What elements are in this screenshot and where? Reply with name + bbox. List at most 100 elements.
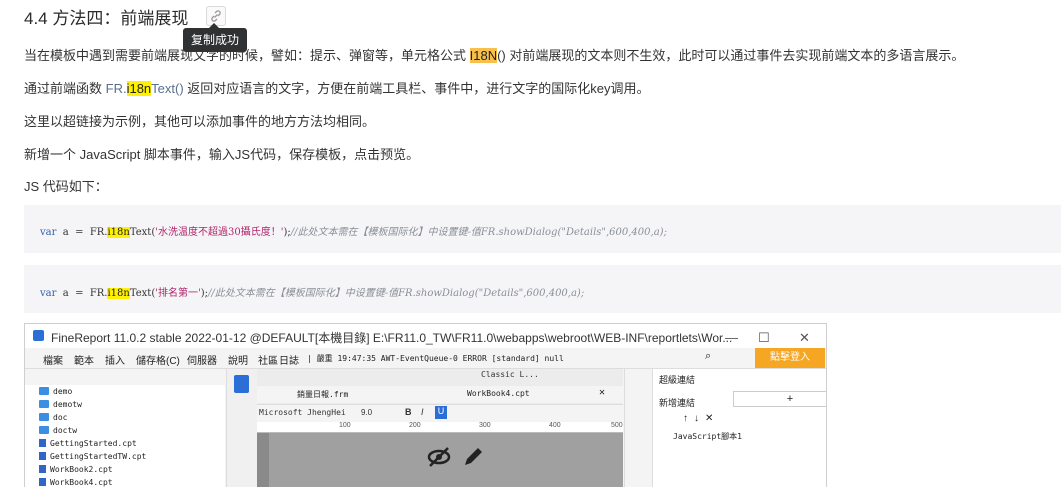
hyperlink-panel: 超級連結 新增連結 + ↑↓✕ JavaScript腳本1 (652, 369, 826, 487)
add-link-label: 新增連結 (659, 398, 696, 408)
para1-text: 当在模板中遇到需要前端展现文字的时候，譬如：提示、弹窗等，单元格公式 (24, 48, 470, 63)
editor-area: 銷量日報.frm WorkBook4.cpt ✕ Classic L... Mi… (257, 369, 623, 487)
code-string: '水洗温度不超過30攝氏度！' (155, 227, 284, 238)
tab-sales-report[interactable]: 銷量日報.frm (297, 389, 348, 400)
file-toolbar (25, 369, 225, 385)
maximize-icon[interactable]: ☐ (758, 330, 770, 346)
code-close: ); (200, 288, 208, 299)
code-keyword: var (40, 288, 57, 299)
code-line-1: var a = FR.i18nText('水洗温度不超過30攝氏度！');//此… (40, 223, 667, 238)
bold-button[interactable]: B (405, 407, 412, 417)
menu-file[interactable]: 檔案 (43, 352, 63, 367)
tree-label: doc (53, 413, 68, 422)
folder-icon (39, 426, 49, 434)
para2-text: 通过前端函数 (24, 81, 106, 96)
code-close: ); (283, 227, 291, 238)
tree-item[interactable]: GettingStarted.cpt (39, 439, 137, 452)
tree-label: WorkBook2.cpt (50, 465, 113, 474)
tree-label: GettingStarted.cpt (50, 439, 137, 448)
italic-button[interactable]: I (421, 407, 424, 417)
folder-icon (39, 413, 49, 421)
tree-item[interactable]: WorkBook2.cpt (39, 465, 113, 478)
paragraph-1: 当在模板中遇到需要前端展现文字的时候，譬如：提示、弹窗等，单元格公式 I18N(… (24, 45, 964, 64)
hide-eye-icon[interactable] (427, 445, 487, 469)
format-toolbar: Microsoft JhengHei 9.0 B I U (257, 404, 623, 423)
tab-workbook4[interactable]: WorkBook4.cpt (467, 389, 530, 398)
code-comment: //此处文本需在【模板国际化】中设置键-值FR.showDialog("Deta… (290, 227, 667, 238)
paragraph-4: 新增一个 JavaScript 脚本事件，输入JS代码，保存模板，点击预览。 (24, 147, 420, 162)
section-heading: 4.4 方法四：前端展现 (24, 9, 189, 28)
tree-item[interactable]: doctw (39, 426, 77, 439)
file-icon (39, 439, 46, 447)
menu-insert[interactable]: 插入 (105, 352, 125, 367)
folder-icon (39, 387, 49, 395)
code-var: a = FR. (56, 227, 108, 238)
para1-text-2: () 对前端展现的文本则不生效，此时可以通过事件去实现前端文本的多语言展示。 (497, 48, 965, 63)
font-size-select[interactable]: 9.0 (361, 408, 372, 417)
file-tree: demo demotw doc doctw GettingStarted.cpt… (25, 385, 225, 487)
add-link-button[interactable]: + (733, 391, 826, 407)
tree-item[interactable]: demo (39, 387, 72, 400)
menu-help[interactable]: 說明 (228, 352, 248, 367)
app-titlebar: FineReport 11.0.2 stable 2022-01-12 @DEF… (25, 324, 826, 348)
tree-item[interactable]: GettingStartedTW.cpt (39, 452, 146, 465)
folder-icon (39, 400, 49, 408)
paragraph-3: 这里以超链接为示例，其他可以添加事件的地方方法均相同。 (24, 114, 376, 129)
app-logo-icon (33, 330, 44, 341)
menu-log[interactable]: 日誌 (279, 352, 299, 367)
ruler-mark: 200 (409, 422, 421, 429)
canvas-body (269, 433, 623, 487)
vertical-toolbar (226, 369, 258, 487)
fr-prefix: FR. (105, 81, 127, 96)
menu-cell[interactable]: 儲存格(C) (136, 352, 180, 367)
code-fn: Text( (129, 288, 156, 299)
menu-community[interactable]: 社區 (258, 352, 278, 367)
font-select[interactable]: Microsoft JhengHei (259, 408, 346, 417)
tree-label: doctw (53, 426, 78, 435)
menu-template[interactable]: 範本 (74, 352, 94, 367)
file-icon (39, 452, 46, 460)
code-comment: //此处文本需在【模板国际化】中设置键-值FR.showDialog("Deta… (208, 288, 585, 299)
app-title: FineReport 11.0.2 stable 2022-01-12 @DEF… (51, 331, 733, 345)
link-actions[interactable]: ↑↓✕ (683, 413, 719, 424)
ruler-mark: 100 (339, 422, 351, 429)
paragraph-2: 通过前端函数 FR.i18nText() 返回对应语言的文字，方便在前端工具栏、… (24, 78, 650, 97)
finereport-screenshot: FineReport 11.0.2 stable 2022-01-12 @DEF… (24, 323, 827, 487)
status-log: | 嚴重 19:47:35 AWT-EventQueue-0 ERROR [st… (307, 354, 564, 363)
tree-label: GettingStartedTW.cpt (50, 452, 147, 461)
tree-label: demo (53, 387, 73, 396)
file-icon (39, 478, 46, 486)
tree-label: demotw (53, 400, 82, 409)
paragraph-5: JS 代码如下： (24, 179, 108, 194)
code-keyword: var (40, 227, 57, 238)
template-icon[interactable] (234, 375, 249, 393)
design-canvas (257, 433, 623, 487)
tree-item[interactable]: demotw (39, 400, 82, 413)
tree-item[interactable]: doc (39, 413, 67, 426)
ruler-mark: 300 (479, 422, 491, 429)
template-tabs: 銷量日報.frm WorkBook4.cpt ✕ (257, 386, 623, 403)
menu-server[interactable]: 伺服器 (187, 352, 217, 367)
tab-close-icon[interactable]: ✕ (599, 387, 605, 398)
javascript-event-item[interactable]: JavaScript腳本1 (673, 431, 742, 442)
i18n-highlight-2: i18n (126, 81, 152, 96)
code-string: '排名第一' (155, 288, 201, 299)
code-highlight: i18n (107, 227, 130, 238)
i18n-highlight: I18N (469, 48, 498, 63)
minimize-icon[interactable]: — (725, 330, 738, 345)
ruler: 100 200 300 400 500 (257, 422, 623, 433)
para2-text-2: 返回对应语言的文字，方便在前端工具栏、事件中，进行文字的国际化key调用。 (183, 81, 650, 96)
search-icon[interactable]: ⌕ (705, 350, 711, 363)
close-icon[interactable]: ✕ (799, 330, 810, 346)
underline-button[interactable]: U (435, 406, 447, 419)
right-toolbar (624, 369, 652, 487)
app-menubar: 檔案 範本 插入 儲存格(C) 伺服器 說明 社區 日誌 | 嚴重 19:47:… (25, 348, 826, 369)
theme-selector[interactable]: Classic L... (481, 370, 539, 379)
ruler-mark: 500 (611, 422, 623, 429)
code-line-2: var a = FR.i18nText('排名第一');//此处文本需在【模板国… (40, 284, 584, 299)
code-highlight: i18n (107, 288, 130, 299)
file-icon (39, 465, 46, 473)
ruler-mark: 400 (549, 422, 561, 429)
code-var: a = FR. (56, 288, 108, 299)
login-button[interactable]: 點擊登入 (755, 348, 825, 368)
